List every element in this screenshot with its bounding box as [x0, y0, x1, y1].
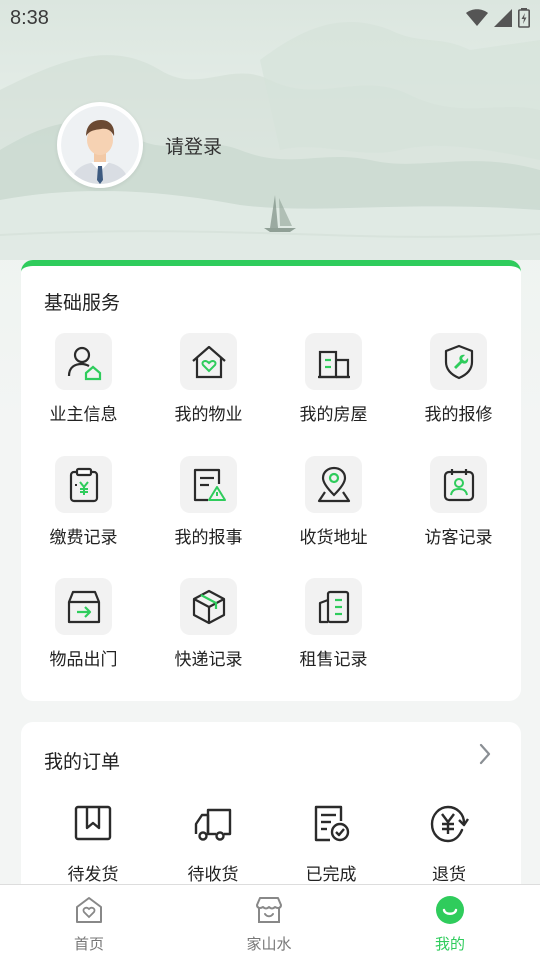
order-to-receive[interactable]: 待收货	[153, 804, 273, 885]
smile-icon	[436, 896, 464, 924]
tab-store[interactable]: 家山水	[209, 895, 329, 954]
to-ship-icon	[74, 805, 112, 841]
service-my-house[interactable]: 我的房屋	[271, 333, 396, 425]
service-my-repair[interactable]: 我的报修	[396, 333, 521, 425]
order-label: 待收货	[187, 865, 239, 885]
address-icon	[317, 466, 350, 502]
service-label: 缴费记录	[49, 528, 118, 548]
service-my-reports[interactable]: 我的报事	[146, 456, 271, 548]
service-label: 我的物业	[174, 405, 243, 425]
signal-icon	[494, 9, 512, 27]
service-label: 物品出门	[49, 650, 118, 670]
repair-icon	[444, 344, 473, 379]
service-owner-info[interactable]: 业主信息	[21, 333, 146, 425]
status-bar: 8:38	[0, 0, 540, 36]
property-icon	[191, 345, 226, 378]
payment-record-icon	[69, 467, 98, 502]
tab-label: 首页	[73, 935, 104, 953]
rent-sale-icon	[318, 590, 349, 623]
tab-home[interactable]: 首页	[29, 895, 149, 954]
to-receive-icon	[194, 808, 232, 841]
service-label: 收货地址	[299, 528, 368, 548]
store-icon	[256, 897, 282, 923]
wifi-icon	[466, 9, 488, 26]
visitor-record-icon	[443, 468, 474, 501]
building-icon	[317, 350, 350, 378]
chevron-right-icon[interactable]	[477, 742, 493, 766]
avatar-image	[61, 106, 139, 184]
order-completed[interactable]: 已完成	[271, 804, 391, 885]
tab-mine[interactable]: 我的	[390, 895, 510, 954]
service-item-exit[interactable]: 物品出门	[21, 578, 146, 670]
service-label: 租售记录	[299, 650, 368, 670]
service-payment-records[interactable]: 缴费记录	[21, 456, 146, 548]
service-shipping-address[interactable]: 收货地址	[271, 456, 396, 548]
services-title: 基础服务	[44, 292, 121, 314]
home-icon	[76, 897, 102, 923]
order-refund[interactable]: 退货	[389, 804, 509, 885]
tab-label: 家山水	[246, 935, 292, 953]
tab-label: 我的	[434, 935, 465, 953]
orders-title: 我的订单	[44, 751, 121, 773]
service-visitor-records[interactable]: 访客记录	[396, 456, 521, 548]
service-label: 业主信息	[49, 405, 118, 425]
service-label: 快递记录	[174, 650, 243, 670]
service-my-property[interactable]: 我的物业	[146, 333, 271, 425]
order-to-ship[interactable]: 待发货	[33, 804, 153, 885]
service-label: 访客记录	[424, 528, 493, 548]
express-icon	[192, 589, 225, 624]
avatar[interactable]	[57, 102, 143, 188]
item-exit-icon	[67, 590, 100, 623]
order-label: 待发货	[67, 865, 119, 885]
services-card: 基础服务 业主信息 我的物业 我的房屋 我的报修 缴费记录 我的报事 收货地址 …	[21, 260, 521, 701]
completed-icon	[314, 805, 350, 842]
refund-icon	[430, 805, 469, 843]
service-label: 我的房屋	[299, 405, 368, 425]
login-prompt[interactable]: 请登录	[165, 132, 222, 159]
service-rent-sale-records[interactable]: 租售记录	[271, 578, 396, 670]
order-label: 已完成	[305, 865, 357, 885]
status-time: 8:38	[10, 6, 49, 29]
status-icons	[466, 8, 530, 28]
bottom-tab-bar: 首页 家山水 我的	[0, 884, 540, 960]
order-label: 退货	[432, 865, 466, 885]
service-express-records[interactable]: 快递记录	[146, 578, 271, 670]
service-label: 我的报修	[424, 405, 493, 425]
service-label: 我的报事	[174, 528, 243, 548]
report-icon	[193, 468, 226, 501]
battery-icon	[518, 8, 530, 28]
owner-info-icon	[67, 346, 101, 380]
